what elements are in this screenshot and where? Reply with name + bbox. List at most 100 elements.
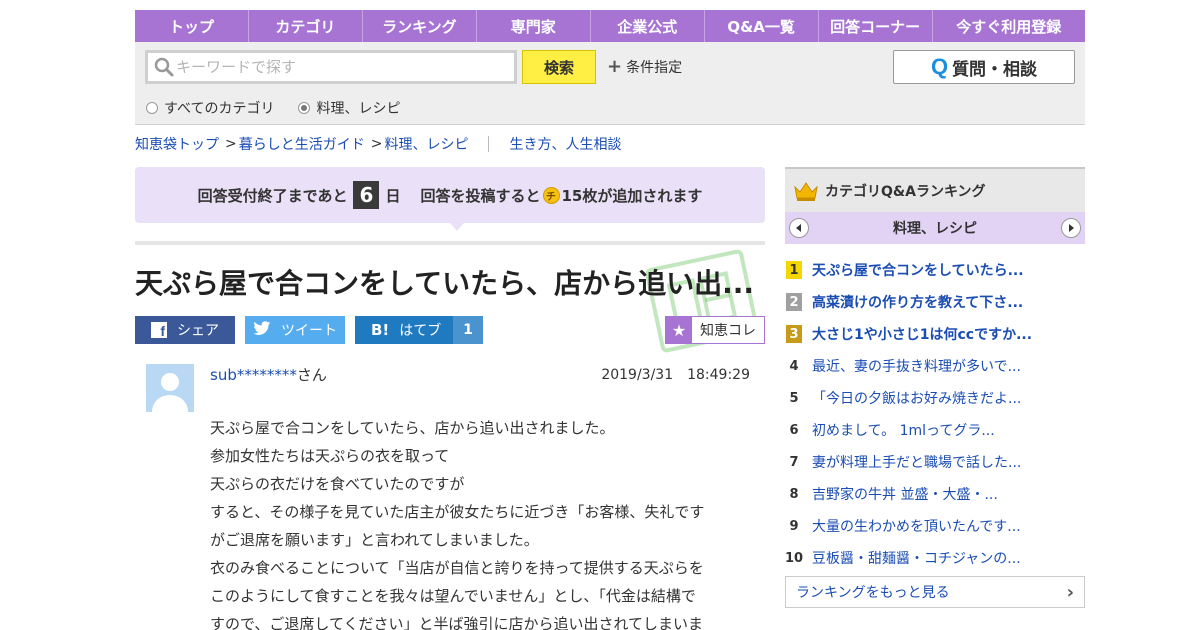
ranking-list: 1 天ぷら屋で合コンをしていたら... 2 高菜漬けの作り方を教えて下さ... … xyxy=(785,254,1085,574)
nav-answer-corner[interactable]: 回答コーナー xyxy=(819,10,933,42)
body-line: 衣のみ食べることについて「当店が自信と誇りを持って提供する天ぷらを xyxy=(210,559,704,577)
answer-deadline-notice: 回答受付終了まであと 6 日 回答を投稿すると チ 15枚が追加されます xyxy=(135,167,765,223)
plus-icon: + xyxy=(607,56,623,77)
chiekore-button[interactable]: ★ 知恵コレ xyxy=(665,316,765,344)
section-divider xyxy=(135,241,765,245)
nav-register[interactable]: 今すぐ利用登録 xyxy=(933,10,1085,42)
ranking-link[interactable]: 初めまして。 1mlってグラ... xyxy=(812,420,995,440)
notice-pointer xyxy=(450,223,464,231)
radio-all-label: すべてのカテゴリ xyxy=(164,101,275,117)
ranking-item[interactable]: 7 妻が料理上手だと職場で話した... xyxy=(785,446,1085,478)
breadcrumb-top[interactable]: 知恵袋トップ xyxy=(135,134,219,154)
author-link[interactable]: sub******** xyxy=(210,366,297,384)
related-category-link[interactable]: 生き方、人生相談 xyxy=(509,134,621,154)
radio-current-dot[interactable] xyxy=(298,102,311,114)
ranking-link[interactable]: 大さじ1や小さじ1は何ccですか... xyxy=(812,324,1032,344)
author-suffix: さん xyxy=(296,366,327,384)
search-icon xyxy=(152,55,176,79)
body-line: すので、ご退席してください」と半ば強引に店から追い出されてしまいま xyxy=(210,615,704,630)
radio-current-category[interactable]: 料理、レシピ xyxy=(298,98,400,118)
coin-icon: チ xyxy=(542,186,560,204)
ranking-category: 料理、レシピ xyxy=(893,221,977,237)
nav-experts[interactable]: 専門家 xyxy=(477,10,591,42)
rank-number: 2 xyxy=(786,293,802,311)
nav-qa-list[interactable]: Q&A一覧 xyxy=(705,10,819,42)
more-ranking-button[interactable]: ランキングをもっと見る › xyxy=(785,576,1085,608)
chiekore-label: 知恵コレ xyxy=(700,323,756,339)
condition-button[interactable]: + 条件指定 xyxy=(607,57,682,77)
hatena-bookmark-button[interactable]: B! はてブ 1 xyxy=(355,316,483,344)
search-button[interactable]: 検索 xyxy=(522,50,596,84)
ranking-link[interactable]: 「今日の夕飯はお好み焼きだよ... xyxy=(812,388,1021,408)
ask-question-label: 質問・相談 xyxy=(952,59,1038,80)
ranking-item[interactable]: 8 吉野家の牛丼 並盛・大盛・... xyxy=(785,478,1085,510)
ranking-link[interactable]: 高菜漬けの作り方を教えて下さ... xyxy=(812,292,1023,312)
nav-official[interactable]: 企業公式 xyxy=(591,10,705,42)
category-scope: すべてのカテゴリ 料理、レシピ xyxy=(146,98,424,118)
nav-ranking[interactable]: ランキング xyxy=(363,10,477,42)
rank-number: 3 xyxy=(786,325,802,343)
rank-number: 7 xyxy=(789,454,799,470)
twitter-share-label: ツイート xyxy=(281,323,337,339)
chevron-right-icon: › xyxy=(1066,581,1074,603)
rank-number: 9 xyxy=(789,518,799,534)
rank-number: 10 xyxy=(784,550,804,566)
twitter-share-button[interactable]: ツイート xyxy=(245,316,345,344)
ranking-link[interactable]: 天ぷら屋で合コンをしていたら... xyxy=(812,260,1024,280)
condition-label: 条件指定 xyxy=(626,60,683,76)
ask-question-button[interactable]: Q 質問・相談 xyxy=(893,50,1075,84)
breadcrumb-divider xyxy=(488,136,490,152)
rank-number: 8 xyxy=(789,486,799,502)
breadcrumb-cooking[interactable]: 料理、レシピ xyxy=(384,134,468,154)
hatena-count: 1 xyxy=(453,316,483,344)
radio-all-categories[interactable]: すべてのカテゴリ xyxy=(146,98,274,118)
nav-category[interactable]: カテゴリ xyxy=(249,10,363,42)
rank-number: 4 xyxy=(789,358,799,374)
ranking-item[interactable]: 1 天ぷら屋で合コンをしていたら... xyxy=(785,254,1085,286)
question-title: 天ぷら屋で合コンをしていたら、店から追い出... xyxy=(135,267,755,300)
ranking-link[interactable]: 豆板醤・甜麺醤・コチジャンの... xyxy=(812,548,1021,568)
breadcrumb-separator: > xyxy=(370,136,383,152)
radio-current-label: 料理、レシピ xyxy=(316,101,401,117)
posted-datetime: 2019/3/31 18:49:29 xyxy=(601,367,750,383)
ranking-item[interactable]: 2 高菜漬けの作り方を教えて下さ... xyxy=(785,286,1085,318)
facebook-share-button[interactable]: f シェア xyxy=(135,316,235,344)
ranking-link[interactable]: 最近、妻の手抜き料理が多いで... xyxy=(812,356,1021,376)
nav-top[interactable]: トップ xyxy=(135,10,249,42)
facebook-share-label: シェア xyxy=(177,323,219,339)
breadcrumb-separator: > xyxy=(225,136,237,152)
prev-category-button[interactable] xyxy=(789,218,809,238)
ranking-item[interactable]: 10 豆板醤・甜麺醤・コチジャンの... xyxy=(785,542,1085,574)
question-author: sub********さん xyxy=(210,364,327,385)
ranking-item[interactable]: 6 初めまして。 1mlってグラ... xyxy=(785,414,1085,446)
rank-number: 5 xyxy=(789,390,799,406)
days-remaining: 6 xyxy=(353,181,380,209)
body-line: 天ぷら屋で合コンをしていたら、店から追い出されました。 xyxy=(210,419,615,437)
twitter-bird-icon xyxy=(253,320,271,340)
ranking-category-bar: 料理、レシピ xyxy=(785,212,1085,244)
notice-prefix: 回答受付終了まであと xyxy=(197,186,348,205)
ranking-item[interactable]: 4 最近、妻の手抜き料理が多いで... xyxy=(785,350,1085,382)
body-line: がご退席を願います」と言われてしまいました。 xyxy=(210,531,539,549)
search-input[interactable] xyxy=(176,54,506,80)
ranking-item[interactable]: 5 「今日の夕飯はお好み焼きだよ... xyxy=(785,382,1085,414)
facebook-icon: f xyxy=(151,322,167,338)
breadcrumb-life-guide[interactable]: 暮らしと生活ガイド xyxy=(239,134,365,154)
ranking-link[interactable]: 大量の生わかめを頂いたんです... xyxy=(812,516,1021,536)
ranking-title: カテゴリQ&Aランキング xyxy=(825,183,986,200)
ranking-link[interactable]: 吉野家の牛丼 並盛・大盛・... xyxy=(812,484,998,504)
next-category-button[interactable] xyxy=(1061,218,1081,238)
crown-icon xyxy=(793,180,819,202)
ranking-link[interactable]: 妻が料理上手だと職場で話した... xyxy=(812,452,1021,472)
ranking-item[interactable]: 3 大さじ1や小さじ1は何ccですか... xyxy=(785,318,1085,350)
ranking-item[interactable]: 9 大量の生わかめを頂いたんです... xyxy=(785,510,1085,542)
global-nav: トップ カテゴリ ランキング 専門家 企業公式 Q&A一覧 回答コーナー 今すぐ… xyxy=(135,10,1085,42)
avatar[interactable] xyxy=(146,364,194,412)
question-q-icon: Q xyxy=(930,54,949,79)
body-line: すると、その様子を見ていた店主が彼女たちに近づき「お客様、失礼です xyxy=(210,503,705,521)
search-box[interactable] xyxy=(145,50,517,84)
radio-all-dot[interactable] xyxy=(146,102,158,114)
body-line: 天ぷらの衣だけを食べていたのですが xyxy=(210,475,465,493)
hatena-label: はてブ xyxy=(399,323,442,339)
rank-number: 1 xyxy=(786,261,802,279)
